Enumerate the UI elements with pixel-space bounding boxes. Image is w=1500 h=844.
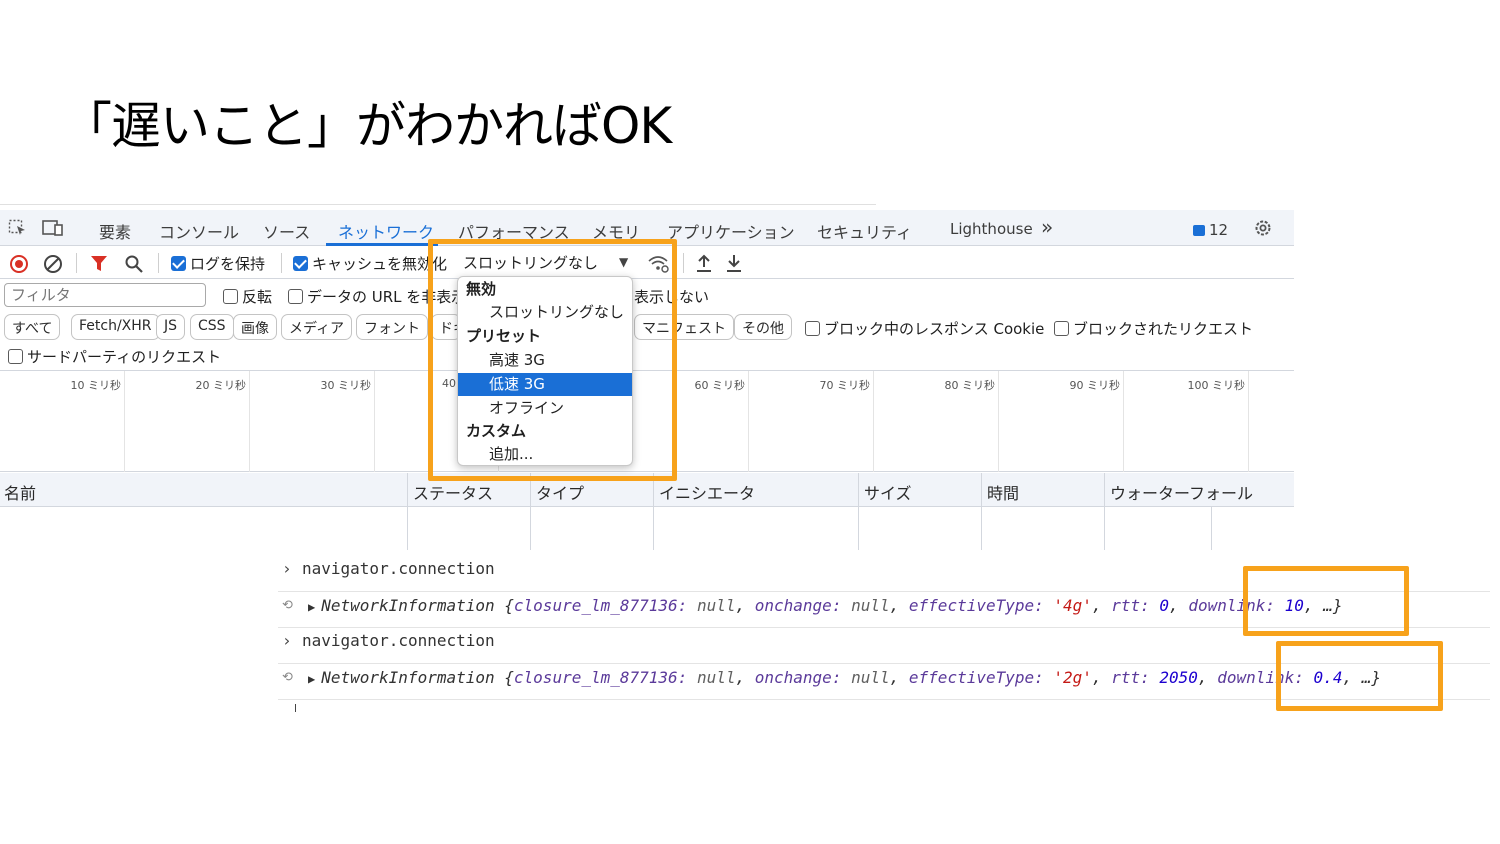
column-divider <box>981 473 982 550</box>
expand-triangle-icon[interactable]: ▶ <box>308 600 315 614</box>
timeline-gridline <box>1123 371 1124 472</box>
timeline-gridline <box>748 371 749 472</box>
expand-triangle-icon[interactable]: ▶ <box>308 672 315 686</box>
column-time[interactable]: 時間 <box>987 480 1019 504</box>
invert-label: 反転 <box>242 288 273 306</box>
timeline-tick-label: 80 ミリ秒 <box>944 379 996 392</box>
slide-title: 「遅いこと」がわかればOK <box>62 97 672 155</box>
chip-all[interactable]: すべて <box>4 314 61 340</box>
column-divider <box>530 473 531 550</box>
blocked-response-cookies-checkbox[interactable]: ブロック中のレスポンス Cookie <box>805 318 1044 339</box>
disable-cache-label: キャッシュを無効化 <box>312 255 448 273</box>
timeline-gridline <box>1248 371 1249 472</box>
preserve-log-label: ログを保持 <box>190 255 266 273</box>
blocked-response-cookies-label: ブロック中のレスポンス Cookie <box>824 320 1045 338</box>
issues-badge[interactable]: 12 <box>1193 221 1228 239</box>
clear-icon[interactable] <box>43 254 63 278</box>
device-toolbar-icon[interactable] <box>42 219 63 237</box>
chip-image[interactable]: 画像 <box>233 314 277 340</box>
checkbox-unchecked[interactable] <box>8 349 23 364</box>
column-divider <box>653 473 654 550</box>
checkbox-unchecked[interactable] <box>223 289 238 304</box>
column-size[interactable]: サイズ <box>864 480 912 504</box>
chip-font[interactable]: フォント <box>356 314 428 340</box>
column-initiator[interactable]: イニシエータ <box>659 480 755 504</box>
timeline-tick-label: 100 ミリ秒 <box>1187 379 1246 392</box>
chevron-right-icon: › <box>282 559 292 578</box>
highlight-box-downlink-10 <box>1243 566 1409 636</box>
third-party-checkbox[interactable]: サードパーティのリクエスト <box>8 346 221 367</box>
third-party-label: サードパーティのリクエスト <box>27 348 222 366</box>
network-information-object[interactable]: ▶ NetworkInformation {closure_lm_877136: … <box>308 668 1381 687</box>
more-tabs-button[interactable]: » <box>1041 215 1053 239</box>
timeline-gridline <box>124 371 125 472</box>
column-type[interactable]: タイプ <box>536 480 584 504</box>
return-arrow-icon: ⟲ <box>282 670 293 685</box>
tab-sources[interactable]: ソース <box>263 219 310 243</box>
tab-security[interactable]: セキュリティ <box>817 219 912 243</box>
timeline-tick-label: 90 ミリ秒 <box>1069 379 1121 392</box>
checkbox-unchecked[interactable] <box>288 289 303 304</box>
network-information-object[interactable]: ▶ NetworkInformation {closure_lm_877136: … <box>308 596 1342 615</box>
timeline-tick-label: 30 ミリ秒 <box>320 379 372 392</box>
chip-fetch-xhr[interactable]: Fetch/XHR <box>71 314 160 340</box>
timeline-gridline <box>873 371 874 472</box>
tab-lighthouse[interactable]: Lighthouse <box>950 220 1033 238</box>
chevron-right-icon: › <box>282 631 292 650</box>
chip-css[interactable]: CSS <box>190 314 234 340</box>
console-command: navigator.connection <box>302 559 495 578</box>
timeline-tick-label: 10 ミリ秒 <box>70 379 122 392</box>
timeline-gridline <box>374 371 375 472</box>
timeline-tick-label: 20 ミリ秒 <box>195 379 247 392</box>
filter-funnel-icon[interactable] <box>90 255 108 277</box>
divider <box>0 204 876 205</box>
toolbar-separator <box>281 253 282 273</box>
checkbox-unchecked[interactable] <box>805 321 820 336</box>
blocked-requests-label: ブロックされたリクエスト <box>1073 320 1254 338</box>
active-tab-indicator <box>326 243 438 246</box>
chip-media[interactable]: メディア <box>281 314 353 340</box>
checkbox-checked[interactable] <box>293 256 308 271</box>
preserve-log-checkbox[interactable]: ログを保持 <box>171 253 265 274</box>
toolbar-separator <box>158 253 159 273</box>
highlight-box-downlink-0-4 <box>1276 641 1443 711</box>
timeline-gridline <box>249 371 250 472</box>
checkbox-unchecked[interactable] <box>1054 321 1069 336</box>
column-status[interactable]: ステータス <box>413 480 493 504</box>
upload-icon[interactable] <box>695 253 713 277</box>
checkbox-checked[interactable] <box>171 256 186 271</box>
column-waterfall[interactable]: ウォーターフォール <box>1110 480 1253 504</box>
toolbar-separator <box>683 253 684 273</box>
column-name[interactable]: 名前 <box>4 480 36 504</box>
record-stop-icon[interactable] <box>9 254 29 278</box>
invert-checkbox[interactable]: 反転 <box>223 286 272 307</box>
issues-count: 12 <box>1209 221 1229 239</box>
blocked-requests-checkbox[interactable]: ブロックされたリクエスト <box>1054 318 1253 339</box>
chip-js[interactable]: JS <box>156 314 186 340</box>
timeline-tick-label: 70 ミリ秒 <box>819 379 871 392</box>
download-icon[interactable] <box>725 253 743 277</box>
timeline-gridline <box>998 371 999 472</box>
tab-console[interactable]: コンソール <box>159 219 239 243</box>
highlight-box-throttling <box>428 239 677 481</box>
timeline-tick-label: 60 ミリ秒 <box>694 379 746 392</box>
column-divider <box>858 473 859 550</box>
inspect-element-icon[interactable] <box>8 219 28 237</box>
column-divider <box>407 473 408 550</box>
column-divider <box>1104 473 1105 550</box>
console-caret[interactable] <box>295 704 296 712</box>
disable-cache-checkbox[interactable]: キャッシュを無効化 <box>293 253 447 274</box>
tab-application[interactable]: アプリケーション <box>667 219 795 243</box>
tab-network[interactable]: ネットワーク <box>338 219 434 243</box>
search-icon[interactable] <box>124 254 144 278</box>
settings-gear-icon[interactable] <box>1253 218 1273 236</box>
filter-input[interactable] <box>4 283 206 307</box>
toolbar-separator <box>76 253 77 273</box>
column-divider <box>1211 507 1212 550</box>
issues-icon <box>1193 225 1205 236</box>
console-command: navigator.connection <box>302 631 495 650</box>
tab-elements[interactable]: 要素 <box>99 219 131 243</box>
chip-other[interactable]: その他 <box>734 314 792 340</box>
return-arrow-icon: ⟲ <box>282 598 293 613</box>
